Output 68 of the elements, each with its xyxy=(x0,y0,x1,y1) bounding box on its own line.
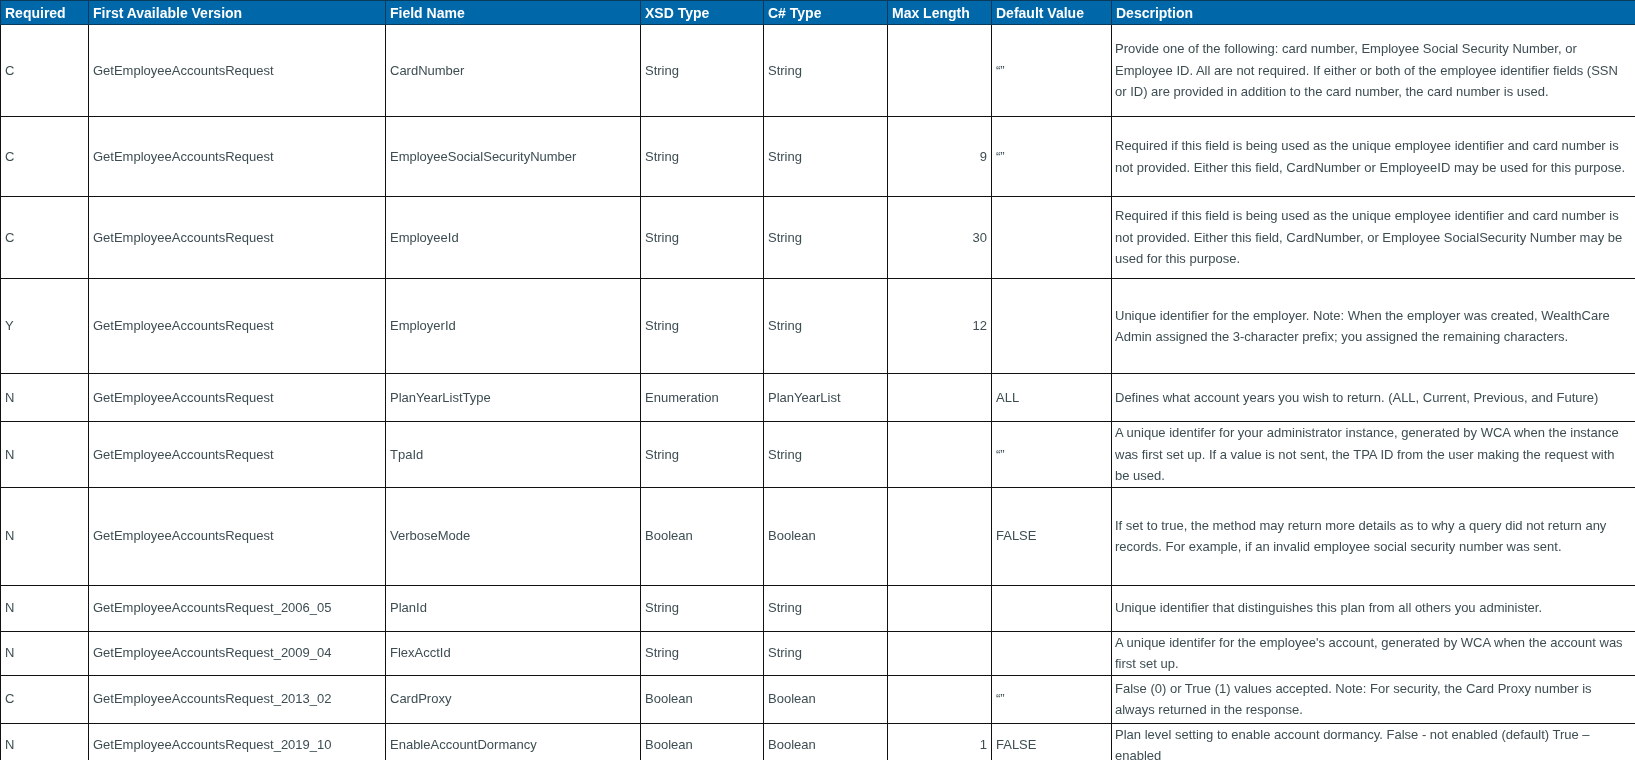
column-header: XSD Type xyxy=(640,0,764,25)
table-cell: String xyxy=(640,278,764,374)
table-cell: C xyxy=(0,24,89,117)
table-cell: C xyxy=(0,196,89,279)
table-cell: EmployeeId xyxy=(385,196,641,279)
table-cell: N xyxy=(0,373,89,422)
table-cell: String xyxy=(763,278,888,374)
table-cell: String xyxy=(640,196,764,279)
table-cell: C xyxy=(0,116,89,197)
table-cell: N xyxy=(0,631,89,675)
table-cell: String xyxy=(640,116,764,197)
table-cell: String xyxy=(763,196,888,279)
table-cell: ALL xyxy=(991,373,1112,422)
table-cell: String xyxy=(640,421,764,487)
table-cell: “” xyxy=(991,421,1112,487)
table-cell: CardNumber xyxy=(385,24,641,117)
table-cell: GetEmployeeAccountsRequest xyxy=(88,373,386,422)
table-cell: FlexAcctId xyxy=(385,631,641,675)
table-cell: String xyxy=(640,585,764,631)
column-header: Max Length xyxy=(887,0,992,25)
table-cell: GetEmployeeAccountsRequest xyxy=(88,421,386,487)
table-cell: 12 xyxy=(887,278,992,374)
table-cell: Boolean xyxy=(640,675,764,723)
table-cell: “” xyxy=(991,24,1112,117)
table-cell: String xyxy=(640,631,764,675)
table-cell: C xyxy=(0,675,89,723)
column-header: First Available Version xyxy=(88,0,386,25)
table-cell: String xyxy=(763,585,888,631)
table-cell: String xyxy=(640,24,764,117)
column-header: Description xyxy=(1111,0,1635,25)
table-cell: “” xyxy=(991,116,1112,197)
table-cell: “” xyxy=(991,675,1112,723)
table-cell: String xyxy=(763,24,888,117)
column-header: C# Type xyxy=(763,0,888,25)
table-cell: GetEmployeeAccountsRequest xyxy=(88,196,386,279)
table-cell: EmployeeSocialSecurityNumber xyxy=(385,116,641,197)
table-cell: PlanYearListType xyxy=(385,373,641,422)
table-cell: N xyxy=(0,723,89,760)
table-cell: GetEmployeeAccountsRequest xyxy=(88,278,386,374)
column-header: Field Name xyxy=(385,0,641,25)
table-cell: Boolean xyxy=(763,675,888,723)
table-cell: FALSE xyxy=(991,487,1112,585)
table-cell: TpaId xyxy=(385,421,641,487)
table-cell: GetEmployeeAccountsRequest_2013_02 xyxy=(88,675,386,723)
table-cell: Y xyxy=(0,278,89,374)
table-cell: Enumeration xyxy=(640,373,764,422)
table-cell: GetEmployeeAccountsRequest_2009_04 xyxy=(88,631,386,675)
table-cell: Boolean xyxy=(640,487,764,585)
table-cell: GetEmployeeAccountsRequest_2006_05 xyxy=(88,585,386,631)
table-cell: String xyxy=(763,631,888,675)
table-cell: 30 xyxy=(887,196,992,279)
table-cell: N xyxy=(0,421,89,487)
table-cell: CardProxy xyxy=(385,675,641,723)
table-cell: N xyxy=(0,585,89,631)
table-cell: PlanId xyxy=(385,585,641,631)
table-cell: GetEmployeeAccountsRequest xyxy=(88,487,386,585)
column-header: Required xyxy=(0,0,89,25)
table-cell: PlanYearList xyxy=(763,373,888,422)
table-cell: VerboseMode xyxy=(385,487,641,585)
table-cell: GetEmployeeAccountsRequest xyxy=(88,116,386,197)
table-cell: Boolean xyxy=(763,487,888,585)
column-header: Default Value xyxy=(991,0,1112,25)
table-cell: String xyxy=(763,421,888,487)
table-cell: 9 xyxy=(887,116,992,197)
table-cell: EmployerId xyxy=(385,278,641,374)
table-cell: String xyxy=(763,116,888,197)
table-cell: N xyxy=(0,487,89,585)
table-cell: GetEmployeeAccountsRequest xyxy=(88,24,386,117)
